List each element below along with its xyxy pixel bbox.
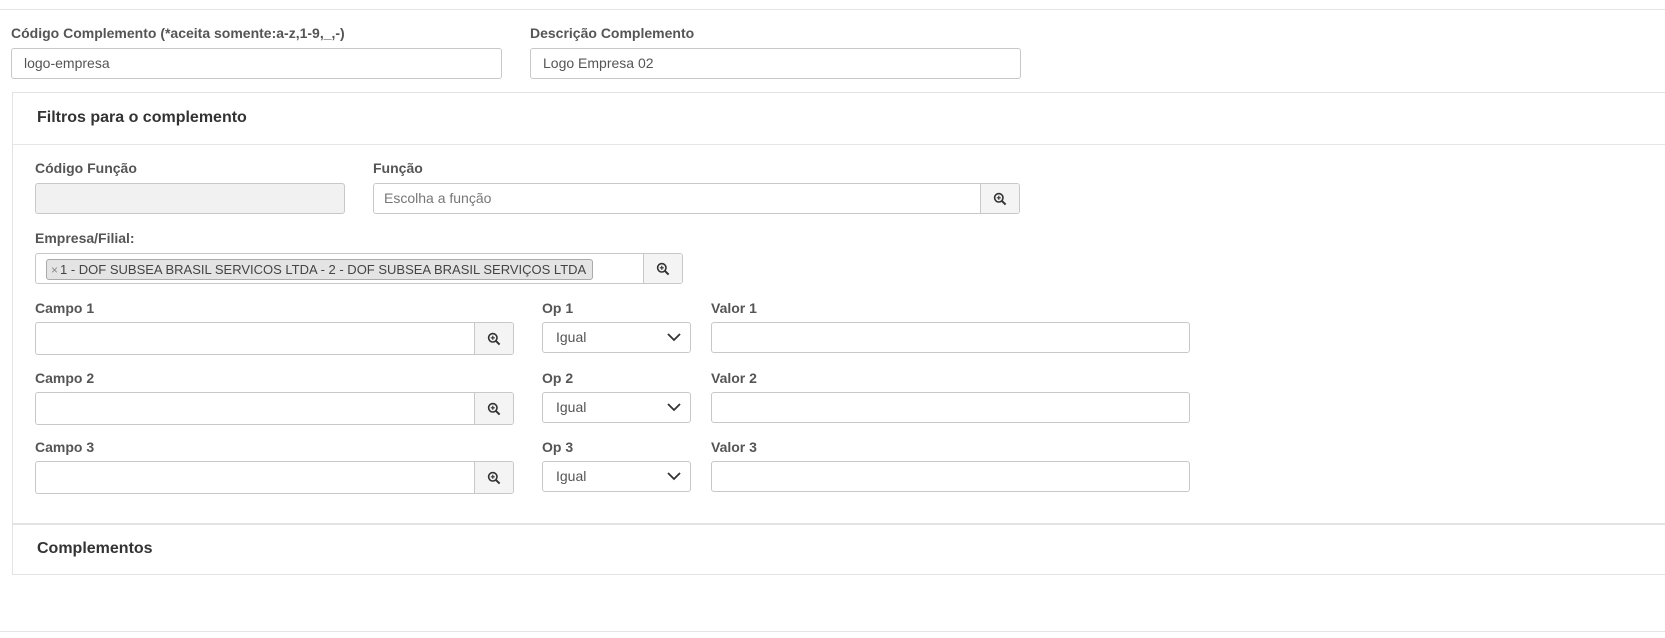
campo-2-search-button[interactable] [474,393,513,424]
empresa-tag: × 1 - DOF SUBSEA BRASIL SERVICOS LTDA - 2… [46,259,594,280]
top-divider [0,9,1665,10]
op-3-label: Op 3 [542,439,574,455]
op-1-value: Igual [556,329,587,345]
zoom-in-icon [993,192,1007,205]
campo-1-label: Campo 1 [35,300,95,316]
filtros-panel: Filtros para o complemento [12,92,1665,524]
filtros-panel-title: Filtros para o complemento [37,109,247,126]
op-1-select[interactable]: Igual [542,322,691,353]
campo-3-input[interactable] [36,462,475,493]
valor-1-input[interactable] [711,322,1190,353]
chevron-down-icon [667,472,681,481]
funcao-input[interactable]: Escolha a função [374,184,981,213]
op-1-label: Op 1 [542,300,574,316]
empresa-filial-select[interactable]: × 1 - DOF SUBSEA BRASIL SERVICOS LTDA - 2… [35,253,683,284]
funcao-search-button[interactable] [980,184,1019,213]
complementos-panel: Complementos [12,524,1665,575]
codigo-funcao-input [35,183,345,214]
op-2-value: Igual [556,399,587,415]
codigo-complemento-label: Código Complemento (*aceita somente:a-z,… [11,25,345,41]
remove-tag-icon[interactable]: × [51,263,58,277]
campo-3-search-button[interactable] [474,462,513,493]
campo-2-label: Campo 2 [35,370,95,386]
complementos-panel-title: Complementos [37,540,153,557]
zoom-in-icon [487,471,501,484]
chevron-down-icon [667,403,681,412]
codigo-complemento-input[interactable]: logo-empresa [11,48,502,79]
zoom-in-icon [487,332,501,345]
zoom-in-icon [487,402,501,415]
valor-1-label: Valor 1 [711,300,757,316]
campo-2-input-group [35,392,514,425]
bottom-divider [0,631,1665,632]
codigo-funcao-label: Código Função [35,160,137,176]
campo-1-input-group [35,322,514,355]
valor-2-input[interactable] [711,392,1190,423]
valor-3-label: Valor 3 [711,439,757,455]
empresa-tag-label: 1 - DOF SUBSEA BRASIL SERVICOS LTDA - 2 … [60,262,587,277]
funcao-label: Função [373,160,423,176]
descricao-complemento-label: Descrição Complemento [530,25,695,41]
funcao-placeholder: Escolha a função [384,190,492,206]
descricao-complemento-input[interactable]: Logo Empresa 02 [530,48,1021,79]
panel-divider [13,144,1665,145]
op-3-select[interactable]: Igual [542,461,691,492]
campo-1-search-button[interactable] [474,323,513,354]
campo-2-input[interactable] [36,393,475,424]
op-3-value: Igual [556,468,587,484]
campo-1-input[interactable] [36,323,475,354]
op-2-select[interactable]: Igual [542,392,691,423]
op-2-label: Op 2 [542,370,574,386]
chevron-down-icon [667,333,681,342]
valor-3-input[interactable] [711,461,1190,492]
campo-3-input-group [35,461,514,494]
campo-3-label: Campo 3 [35,439,95,455]
empresa-filial-label: Empresa/Filial: [35,230,135,246]
zoom-in-icon [656,262,670,275]
funcao-input-group: Escolha a função [373,183,1020,214]
valor-2-label: Valor 2 [711,370,757,386]
empresa-search-button[interactable] [643,254,682,283]
